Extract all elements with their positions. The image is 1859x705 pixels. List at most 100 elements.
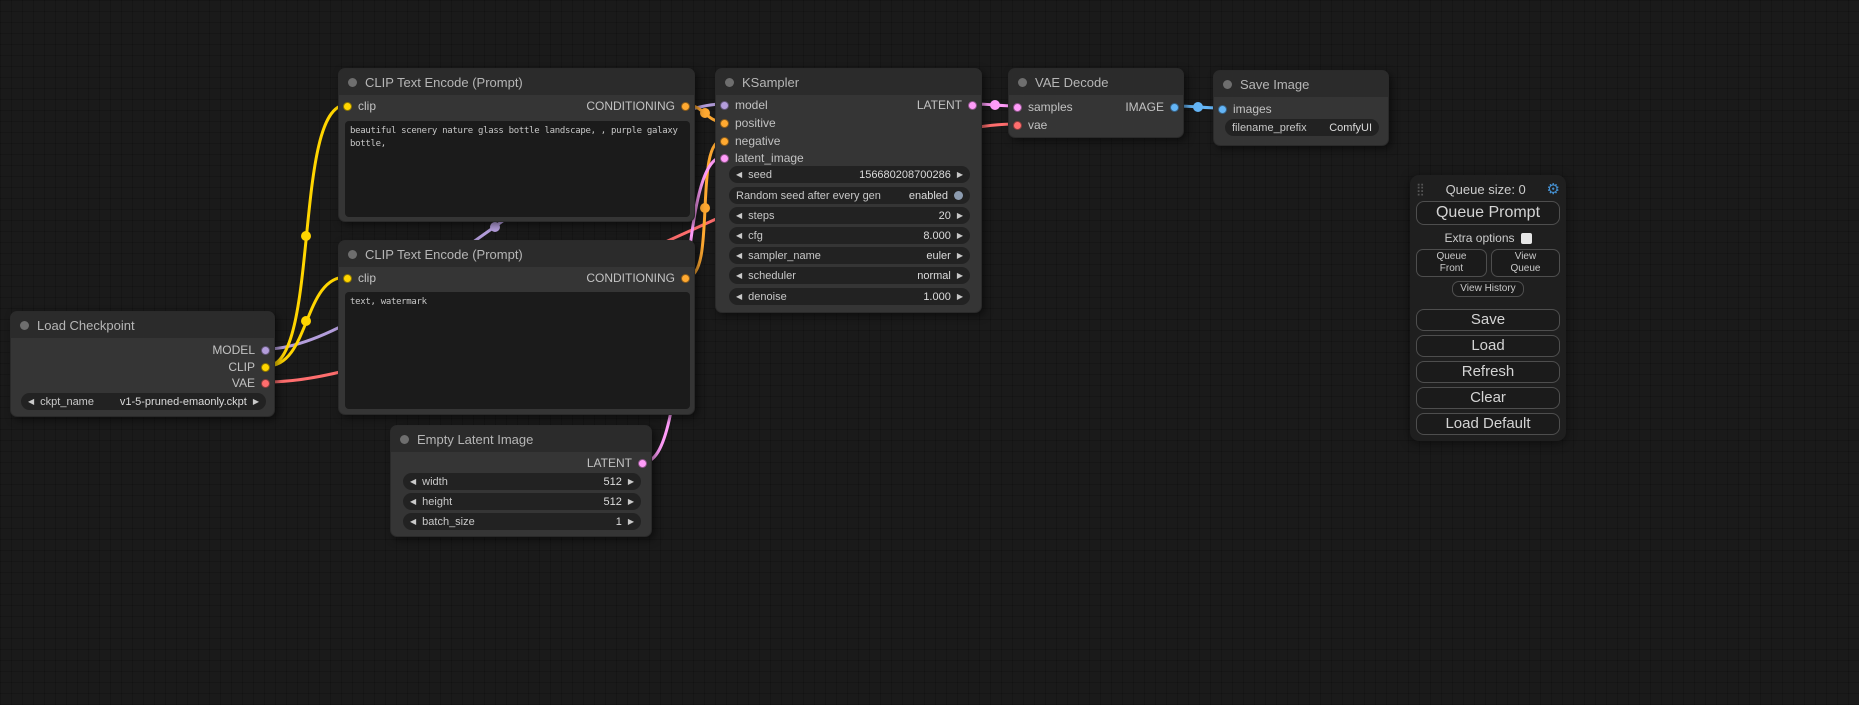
output-slot-image-dot[interactable] [1170, 103, 1179, 112]
node-save-image[interactable]: Save Image images filename_prefix ComfyU… [1213, 70, 1389, 146]
height-number-widget[interactable]: ◀ height 512 ▶ [403, 493, 641, 510]
increment-arrow-icon[interactable]: ▶ [253, 398, 259, 406]
link-samples-dot[interactable] [990, 100, 1000, 110]
link-conditioning-negative-dot[interactable] [700, 203, 710, 213]
refresh-button[interactable]: Refresh [1416, 361, 1560, 383]
link-clip-negative-dot[interactable] [301, 316, 311, 326]
input-slot-negative-dot[interactable] [720, 137, 729, 146]
decrement-arrow-icon[interactable]: ◀ [736, 293, 742, 301]
input-slot-samples-dot[interactable] [1013, 103, 1022, 112]
extra-options-checkbox[interactable] [1521, 233, 1532, 244]
output-slot-clip-dot[interactable] [261, 363, 270, 372]
save-button[interactable]: Save [1416, 309, 1560, 331]
node-empty-latent-image[interactable]: Empty Latent Image LATENT ◀ width 512 ▶ … [390, 425, 652, 537]
output-slot-model-dot[interactable] [261, 346, 270, 355]
decrement-arrow-icon[interactable]: ◀ [410, 518, 416, 526]
node-canvas[interactable]: { "glyphs": { "left": "◀", "right": "▶",… [0, 0, 1859, 705]
load-default-button[interactable]: Load Default [1416, 413, 1560, 435]
input-slot-vae-dot[interactable] [1013, 121, 1022, 130]
prompt-textarea[interactable]: text, watermark [345, 292, 690, 409]
increment-arrow-icon[interactable]: ▶ [628, 478, 634, 486]
node-title-bar[interactable]: Save Image [1214, 71, 1388, 97]
output-slot-latent-dot[interactable] [968, 101, 977, 110]
clear-button[interactable]: Clear [1416, 387, 1560, 409]
widget-name: height [422, 496, 452, 508]
node-status-dot[interactable] [20, 321, 29, 330]
decrement-arrow-icon[interactable]: ◀ [736, 232, 742, 240]
width-number-widget[interactable]: ◀ width 512 ▶ [403, 473, 641, 490]
increment-arrow-icon[interactable]: ▶ [957, 171, 963, 179]
output-slot-conditioning-dot[interactable] [681, 102, 690, 111]
node-title-bar[interactable]: CLIP Text Encode (Prompt) [339, 241, 694, 267]
input-slot-latent-image-dot[interactable] [720, 154, 729, 163]
link-images-dot[interactable] [1193, 102, 1203, 112]
input-slot-clip-dot[interactable] [343, 274, 352, 283]
node-status-dot[interactable] [1018, 78, 1027, 87]
decrement-arrow-icon[interactable]: ◀ [736, 252, 742, 260]
node-status-dot[interactable] [725, 78, 734, 87]
steps-number-widget[interactable]: ◀ steps 20 ▶ [729, 207, 970, 224]
drag-handle-icon[interactable]: ⣿ [1416, 183, 1425, 195]
random-seed-toggle-widget[interactable]: Random seed after every gen enabled [729, 187, 970, 204]
decrement-arrow-icon[interactable]: ◀ [736, 171, 742, 179]
increment-arrow-icon[interactable]: ▶ [957, 232, 963, 240]
input-slot-model-dot[interactable] [720, 101, 729, 110]
input-slot-images-dot[interactable] [1218, 105, 1227, 114]
link-clip-positive-dot[interactable] [301, 231, 311, 241]
input-slot-positive-dot[interactable] [720, 119, 729, 128]
seed-number-widget[interactable]: ◀ seed 156680208700286 ▶ [729, 166, 970, 183]
sampler-name-combo-widget[interactable]: ◀ sampler_name euler ▶ [729, 247, 970, 264]
link-conditioning-positive-dot[interactable] [700, 108, 710, 118]
widget-value: 1.000 [923, 291, 951, 303]
node-title-bar[interactable]: KSampler [716, 69, 981, 95]
output-slot-vae-dot[interactable] [261, 379, 270, 388]
widget-name: batch_size [422, 516, 475, 528]
node-status-dot[interactable] [400, 435, 409, 444]
node-vae-decode[interactable]: VAE Decode samples vae IMAGE [1008, 68, 1184, 138]
decrement-arrow-icon[interactable]: ◀ [410, 478, 416, 486]
node-title-bar[interactable]: VAE Decode [1009, 69, 1183, 95]
queue-front-button[interactable]: Queue Front [1416, 249, 1487, 277]
increment-arrow-icon[interactable]: ▶ [957, 252, 963, 260]
decrement-arrow-icon[interactable]: ◀ [736, 272, 742, 280]
view-queue-button[interactable]: View Queue [1491, 249, 1560, 277]
increment-arrow-icon[interactable]: ▶ [957, 272, 963, 280]
decrement-arrow-icon[interactable]: ◀ [28, 398, 34, 406]
node-status-dot[interactable] [348, 78, 357, 87]
decrement-arrow-icon[interactable]: ◀ [410, 498, 416, 506]
increment-arrow-icon[interactable]: ▶ [628, 518, 634, 526]
input-slot-clip-label: clip [358, 271, 376, 285]
scheduler-combo-widget[interactable]: ◀ scheduler normal ▶ [729, 267, 970, 284]
settings-gear-icon[interactable]: ⚙ [1547, 182, 1560, 197]
denoise-number-widget[interactable]: ◀ denoise 1.000 ▶ [729, 288, 970, 305]
view-history-button[interactable]: View History [1452, 281, 1523, 297]
increment-arrow-icon[interactable]: ▶ [957, 212, 963, 220]
input-slot-clip-dot[interactable] [343, 102, 352, 111]
prompt-textarea[interactable]: beautiful scenery nature glass bottle la… [345, 121, 690, 217]
queue-prompt-button[interactable]: Queue Prompt [1416, 201, 1560, 225]
batch-size-number-widget[interactable]: ◀ batch_size 1 ▶ [403, 513, 641, 530]
cfg-number-widget[interactable]: ◀ cfg 8.000 ▶ [729, 227, 970, 244]
link-model-dot[interactable] [490, 222, 500, 232]
increment-arrow-icon[interactable]: ▶ [628, 498, 634, 506]
widget-value: euler [926, 250, 950, 262]
node-load-checkpoint[interactable]: Load Checkpoint MODEL CLIP VAE ◀ ckpt_na… [10, 311, 275, 417]
node-clip-text-encode-positive[interactable]: CLIP Text Encode (Prompt) clip CONDITION… [338, 68, 695, 222]
output-slot-conditioning-dot[interactable] [681, 274, 690, 283]
node-ksampler[interactable]: KSampler model positive negative latent_… [715, 68, 982, 313]
toggle-dot-icon[interactable] [954, 191, 963, 200]
output-slot-latent-dot[interactable] [638, 459, 647, 468]
node-title-bar[interactable]: Empty Latent Image [391, 426, 651, 452]
node-status-dot[interactable] [348, 250, 357, 259]
decrement-arrow-icon[interactable]: ◀ [736, 212, 742, 220]
node-clip-text-encode-negative[interactable]: CLIP Text Encode (Prompt) clip CONDITION… [338, 240, 695, 415]
load-button[interactable]: Load [1416, 335, 1560, 357]
increment-arrow-icon[interactable]: ▶ [957, 293, 963, 301]
node-title-bar[interactable]: Load Checkpoint [11, 312, 274, 338]
ckpt-name-combo-widget[interactable]: ◀ ckpt_name v1-5-pruned-emaonly.ckpt ▶ [21, 393, 266, 410]
node-title-bar[interactable]: CLIP Text Encode (Prompt) [339, 69, 694, 95]
filename-prefix-text-widget[interactable]: filename_prefix ComfyUI [1225, 119, 1379, 136]
node-title: Empty Latent Image [417, 432, 533, 447]
node-status-dot[interactable] [1223, 80, 1232, 89]
widget-value: 512 [603, 496, 621, 508]
